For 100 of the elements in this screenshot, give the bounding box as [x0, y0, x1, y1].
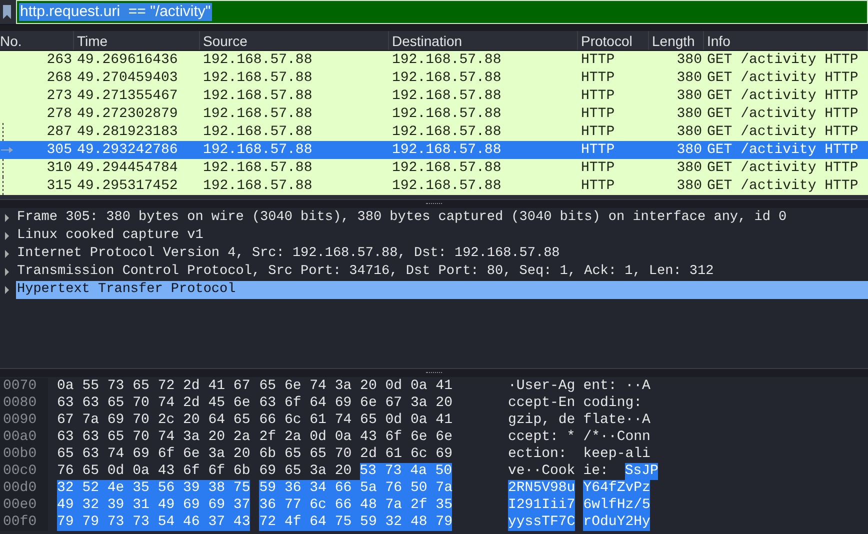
- table-cell: HTTP: [581, 88, 615, 104]
- ascii-text: gzip, de: [508, 412, 576, 429]
- column-header[interactable]: No.: [0, 31, 74, 50]
- table-cell: 192.168.57.88: [203, 160, 312, 176]
- table-cell: 49.295317452: [77, 178, 178, 194]
- table-cell: 310: [46, 160, 72, 176]
- table-cell: 49.272302879: [77, 106, 178, 122]
- table-cell: 380: [676, 70, 702, 86]
- collapsed-caret-icon[interactable]: [4, 232, 10, 240]
- table-cell: GET /activity HTTP: [707, 88, 858, 104]
- ascii-text: ccept: *: [508, 429, 576, 446]
- table-cell: 273: [46, 88, 72, 104]
- table-cell: 192.168.57.88: [392, 106, 502, 122]
- packet-row[interactable]: 273 49.271355467 192.168.57.88 192.168.57.88 HTTP 380 GET /activity HTTP: [0, 87, 868, 105]
- table-cell: GET /activity HTTP: [707, 70, 858, 86]
- table-cell: 380: [676, 106, 702, 122]
- splitter-handle[interactable]: [426, 372, 442, 374]
- table-cell: HTTP: [581, 52, 615, 68]
- table-cell: GET /activity HTTP: [707, 160, 858, 176]
- hex-bytes: 65 6e 74 3a 20 0d 0a 41: [259, 378, 452, 395]
- ascii-text: ve··Cook: [508, 463, 576, 480]
- ascii-text: 6wlfHz/5: [583, 497, 650, 514]
- offset-label: 0080: [3, 395, 37, 411]
- hex-bytes: 69 65 3a 20: [259, 463, 352, 480]
- packet-row[interactable]: 263 49.269616436 192.168.57.88 192.168.57.88 HTTP 380 GET /activity HTTP: [0, 51, 868, 69]
- table-cell: 278: [46, 106, 72, 122]
- detail-item[interactable]: Internet Protocol Version 4, Src: 192.168.57.88, Dst: 192.168.57.88: [16, 245, 868, 263]
- table-cell: 49.294454784: [77, 160, 178, 176]
- packet-row[interactable]: 305 49.293242786 192.168.57.88 192.168.57.88 HTTP 380 GET /activity HTTP: [0, 141, 868, 159]
- hex-bytes: 6b 65 65 70 2d 61 6c 69: [259, 446, 452, 463]
- table-cell: 380: [676, 160, 702, 176]
- offset-label: 00c0: [3, 463, 37, 479]
- ascii-text: /*··Conn: [583, 429, 650, 446]
- table-cell: GET /activity HTTP: [707, 142, 858, 158]
- offset-label: 00d0: [3, 480, 37, 496]
- column-header[interactable]: Length: [649, 31, 704, 50]
- packet-row[interactable]: 310 49.294454784 192.168.57.88 192.168.57.88 HTTP 380 GET /activity HTTP: [0, 159, 868, 177]
- table-cell: 192.168.57.88: [203, 178, 312, 194]
- collapsed-caret-icon[interactable]: [4, 214, 10, 222]
- column-header[interactable]: Protocol: [578, 31, 649, 50]
- bookmark-icon[interactable]: [3, 5, 11, 19]
- ascii-text: ie:: [583, 463, 610, 480]
- table-cell: 315: [46, 178, 72, 194]
- column-header[interactable]: Info: [704, 31, 868, 50]
- ascii-text: SsJP: [624, 463, 658, 480]
- ascii-text: ection:: [508, 446, 568, 463]
- table-cell: 263: [46, 52, 72, 68]
- hex-bytes: 49 32 39 31 49 69 69 37: [57, 497, 250, 514]
- collapsed-caret-icon[interactable]: [4, 286, 10, 294]
- hex-bytes: 36 77 6c 66 48 7a 2f 35: [259, 497, 452, 514]
- table-cell: GET /activity HTTP: [707, 178, 858, 194]
- splitter-handle[interactable]: [426, 203, 442, 205]
- table-cell: 192.168.57.88: [392, 52, 502, 68]
- table-cell: 192.168.57.88: [203, 124, 312, 140]
- detail-item[interactable]: Frame 305: 380 bytes on wire (3040 bits), 380 bytes captured (3040 bits) on interface any, id 0: [16, 209, 868, 227]
- table-cell: HTTP: [581, 106, 615, 122]
- offset-label: 0090: [3, 412, 37, 428]
- column-header[interactable]: Time: [74, 31, 200, 50]
- table-cell: 192.168.57.88: [392, 88, 502, 104]
- table-cell: 192.168.57.88: [203, 106, 312, 122]
- hex-bytes: 59 36 34 66 5a 76 50 7a: [259, 480, 452, 497]
- hex-bytes: 0a 55 73 65 72 2d 41 67: [57, 378, 250, 395]
- detail-item[interactable]: Transmission Control Protocol, Src Port: 34716, Dst Port: 80, Seq: 1, Ack: 1, Len: 312: [16, 263, 868, 281]
- ascii-text: Y64fZvPz: [583, 480, 650, 497]
- detail-item[interactable]: Linux cooked capture v1: [16, 227, 868, 245]
- display-filter-field[interactable]: http.request.uri == "/activity": [16, 0, 868, 24]
- table-cell: HTTP: [581, 70, 615, 86]
- ascii-text: coding:: [583, 395, 644, 412]
- packet-row[interactable]: 315 49.295317452 192.168.57.88 192.168.57.88 HTTP 380 GET /activity HTTP: [0, 177, 868, 195]
- column-header[interactable]: Destination: [389, 31, 578, 50]
- table-cell: HTTP: [581, 124, 615, 140]
- table-cell: 192.168.57.88: [392, 178, 502, 194]
- table-cell: 380: [676, 52, 702, 68]
- hex-bytes: 53 73 4a 50: [360, 463, 452, 480]
- table-cell: 192.168.57.88: [203, 52, 312, 68]
- table-cell: 380: [676, 142, 702, 158]
- collapsed-caret-icon[interactable]: [4, 250, 10, 258]
- table-cell: 380: [676, 124, 702, 140]
- table-cell: GET /activity HTTP: [707, 124, 858, 140]
- hex-bytes: 32 52 4e 35 56 39 38 75: [57, 480, 250, 497]
- detail-item[interactable]: Hypertext Transfer Protocol: [16, 281, 868, 299]
- hex-bytes: 65 63 74 69 6f 6e 3a 20: [57, 446, 250, 463]
- column-header[interactable]: Source: [200, 31, 389, 50]
- hex-bytes: 66 6c 61 74 65 0d 0a 41: [259, 412, 452, 429]
- ascii-text: yyssTF7C: [508, 514, 576, 531]
- packet-row[interactable]: 268 49.270459403 192.168.57.88 192.168.57.88 HTTP 380 GET /activity HTTP: [0, 69, 868, 87]
- hex-bytes: 63 6f 64 69 6e 67 3a 20: [259, 395, 452, 412]
- ascii-text: ·User-Ag: [508, 378, 576, 395]
- table-cell: HTTP: [581, 178, 615, 194]
- table-cell: 380: [676, 88, 702, 104]
- hex-bytes: 67 7a 69 70 2c 20 64 65: [57, 412, 250, 429]
- table-cell: 49.281923183: [77, 124, 178, 140]
- packet-row[interactable]: 287 49.281923183 192.168.57.88 192.168.57.88 HTTP 380 GET /activity HTTP: [0, 123, 868, 141]
- table-cell: HTTP: [581, 142, 615, 158]
- collapsed-caret-icon[interactable]: [4, 268, 10, 276]
- packet-row[interactable]: 278 49.272302879 192.168.57.88 192.168.57.88 HTTP 380 GET /activity HTTP: [0, 105, 868, 123]
- ascii-text: flate··A: [583, 412, 650, 429]
- ascii-text: ent: ··A: [583, 378, 650, 395]
- offset-label: 00b0: [3, 446, 37, 462]
- table-cell: GET /activity HTTP: [707, 106, 858, 122]
